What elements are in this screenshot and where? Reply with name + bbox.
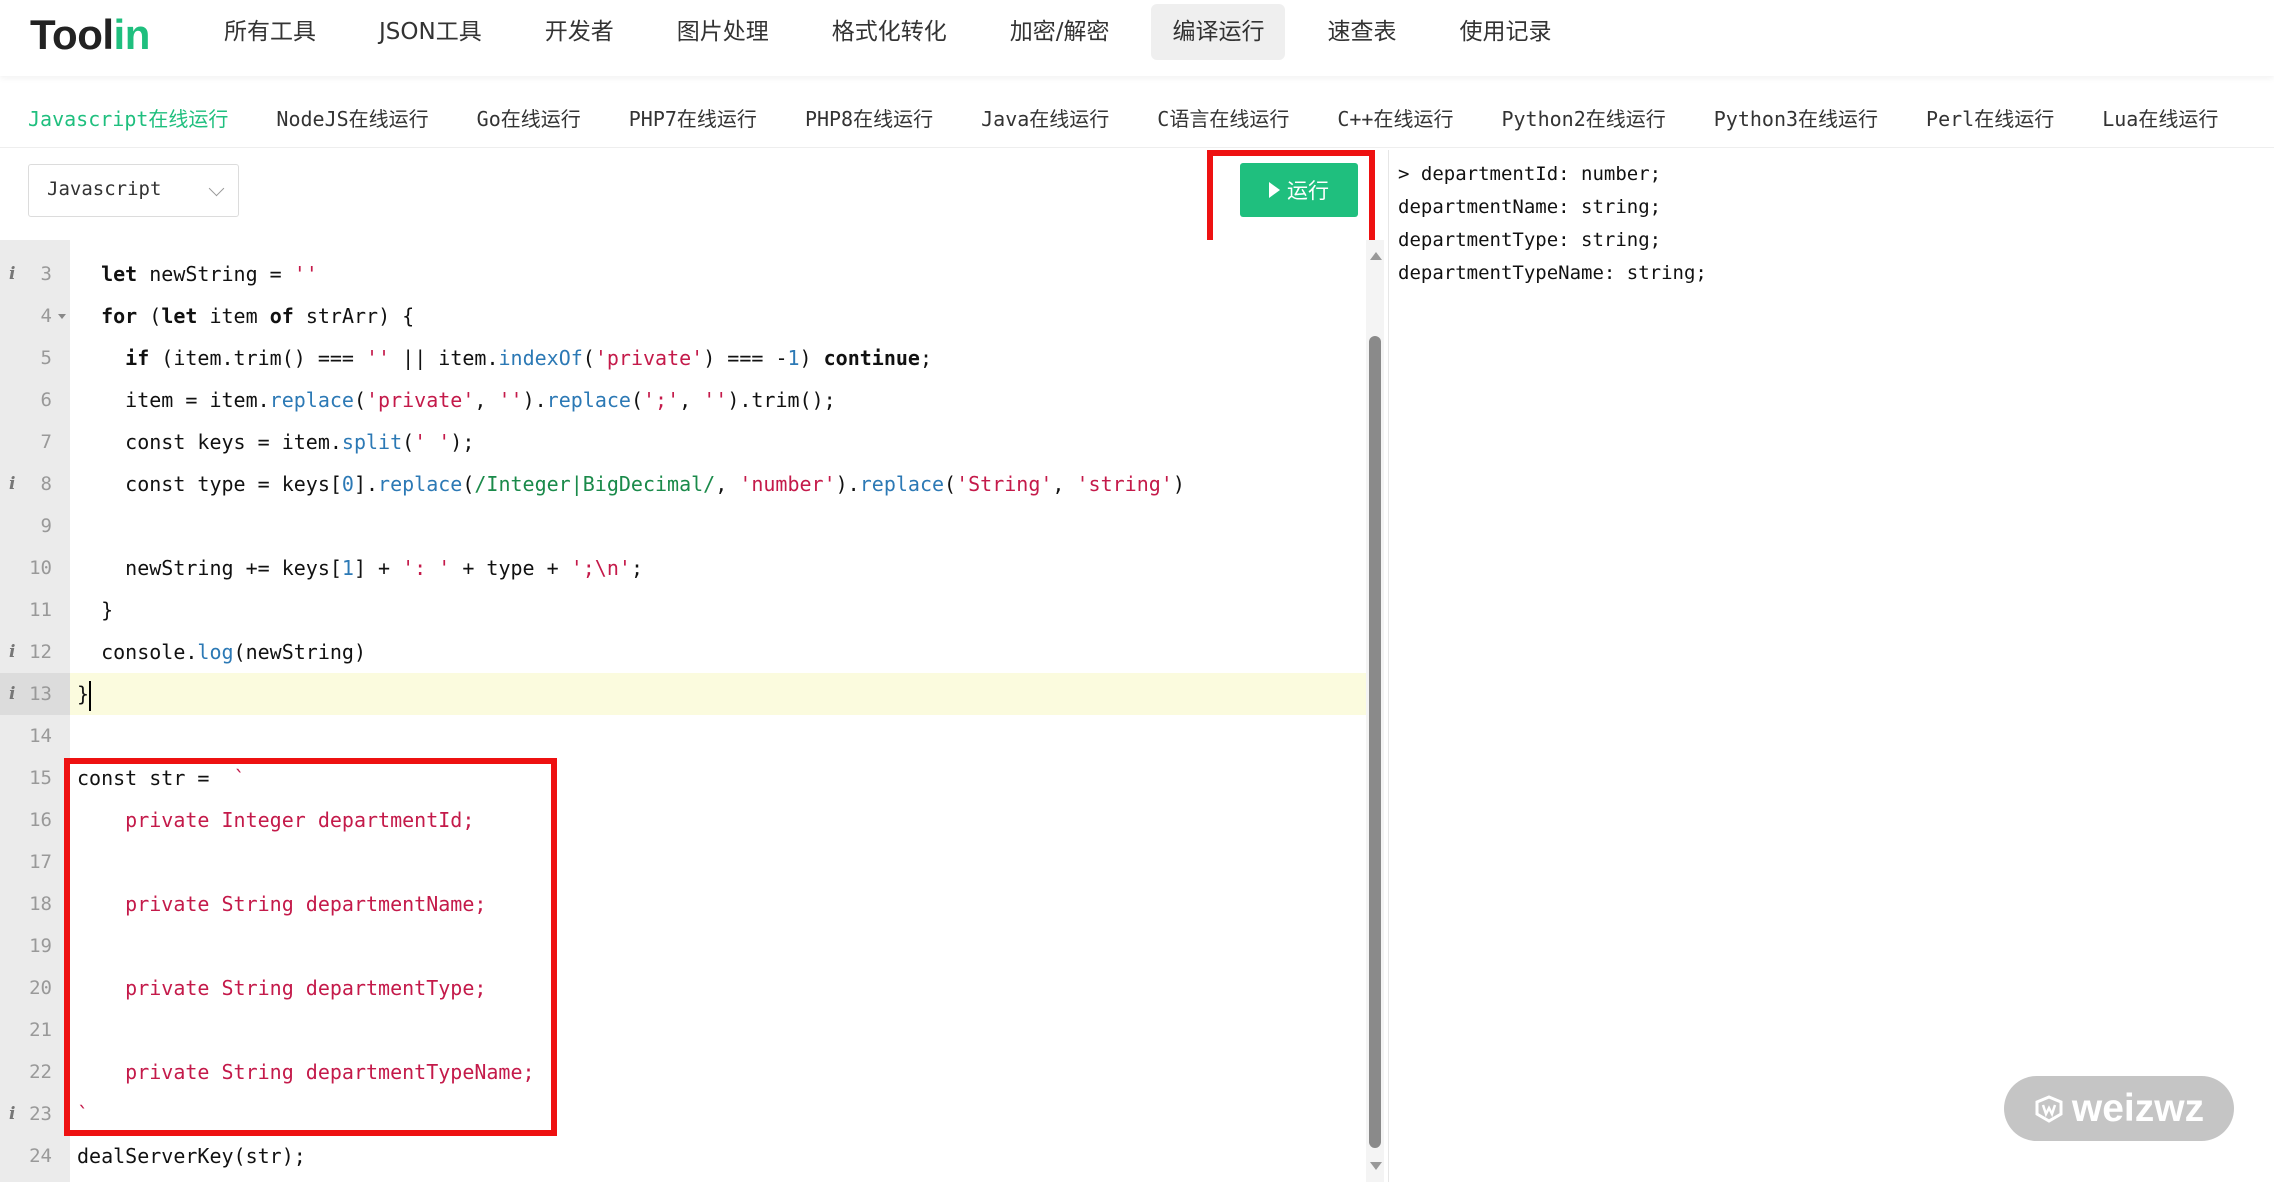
code-line[interactable]: 3 i let newString = '': [0, 253, 1366, 295]
info-annotation-icon[interactable]: i: [9, 463, 15, 505]
code-text: console.log(newString): [77, 640, 366, 664]
code-annotation-box: [64, 758, 557, 1136]
code-line[interactable]: 6 item = item.replace('private', '').rep…: [0, 379, 1366, 421]
language-tab-4[interactable]: PHP8在线运行: [805, 103, 933, 132]
line-number: 17: [29, 851, 52, 873]
line-number: 12: [29, 641, 52, 663]
code-text: newString += keys[1] + ': ' + type + ';\…: [77, 556, 643, 580]
language-tab-10[interactable]: Perl在线运行: [1926, 103, 2054, 132]
language-tab-2[interactable]: Go在线运行: [477, 103, 581, 132]
code-text: }: [77, 673, 92, 715]
code-line[interactable]: 12 i console.log(newString): [0, 631, 1366, 673]
line-number: 9: [40, 515, 52, 537]
line-number: 4: [40, 305, 52, 327]
line-number: 10: [29, 557, 52, 579]
line-number: 21: [29, 1019, 52, 1041]
code-line[interactable]: 8 i const type = keys[0].replace(/Integer…: [0, 463, 1366, 505]
line-number: 14: [29, 725, 52, 747]
code-line[interactable]: 5 if (item.trim() === '' || item.indexOf…: [0, 337, 1366, 379]
scroll-down-arrow-icon[interactable]: [1370, 1162, 1382, 1170]
language-tab-5[interactable]: Java在线运行: [981, 103, 1109, 132]
chevron-down-icon: [208, 180, 225, 197]
line-number: 6: [40, 389, 52, 411]
line-number: 13: [29, 683, 52, 705]
language-tabs: Javascript在线运行 NodeJS在线运行 Go在线运行 PHP7在线运行 PH…: [0, 88, 2274, 148]
line-number: 18: [29, 893, 52, 915]
language-tab-8[interactable]: Python2在线运行: [1501, 103, 1665, 132]
code-text: const keys = item.split(' ');: [77, 430, 475, 454]
top-nav-item-6[interactable]: 编译运行: [1151, 4, 1286, 60]
output-line: departmentType: string;: [1398, 229, 1662, 251]
watermark-logo-icon: [2035, 1094, 2063, 1123]
output-line: departmentName: string;: [1398, 196, 1662, 218]
code-line[interactable]: 7 const keys = item.split(' ');: [0, 421, 1366, 463]
code-text: }: [77, 598, 114, 622]
code-line[interactable]: 11 }: [0, 589, 1366, 631]
code-line[interactable]: 10 newString += keys[1] + ': ' + type + …: [0, 547, 1366, 589]
code-text: if (item.trim() === '' || item.indexOf('…: [125, 346, 933, 370]
output-line: > departmentId: number;: [1398, 163, 1662, 185]
language-tab-0[interactable]: Javascript在线运行: [28, 103, 228, 132]
code-text: dealServerKey(str);: [77, 1144, 306, 1168]
info-annotation-icon[interactable]: i: [9, 253, 15, 295]
line-number: 22: [29, 1061, 52, 1083]
code-line[interactable]: 13 i}: [0, 673, 1366, 715]
output-panel: > departmentId: number; departmentName: s…: [1388, 150, 2274, 1182]
top-nav-item-7[interactable]: 速查表: [1306, 4, 1417, 60]
language-tab-6[interactable]: C语言在线运行: [1157, 103, 1289, 132]
language-tab-7[interactable]: C++在线运行: [1337, 103, 1453, 132]
language-tab-9[interactable]: Python3在线运行: [1714, 103, 1878, 132]
watermark: weizwz: [2004, 1076, 2234, 1141]
watermark-text: weizwz: [2071, 1086, 2205, 1130]
code-text: item = item.replace('private', '').repla…: [77, 388, 836, 412]
code-line[interactable]: 4 for (let item of strArr) {: [0, 295, 1366, 337]
active-line-highlight: [70, 673, 1366, 715]
info-annotation-icon[interactable]: i: [9, 1093, 15, 1135]
scroll-up-arrow-icon[interactable]: [1370, 252, 1382, 260]
top-navbar: Toolin 所有工具 JSON工具 开发者 图片处理 格式化转化 加密/解密 编译运行 速查…: [0, 0, 2274, 76]
top-menu: 所有工具 JSON工具 开发者 图片处理 格式化转化 加密/解密 编译运行 速查表 使用记录: [203, 4, 1593, 60]
top-nav-item-2[interactable]: 开发者: [524, 4, 635, 60]
language-tab-11[interactable]: Lua在线运行: [2102, 103, 2218, 132]
editor-scrollbar-thumb[interactable]: [1369, 336, 1381, 1148]
top-nav-item-3[interactable]: 图片处理: [656, 4, 790, 60]
line-number: 24: [29, 1145, 52, 1167]
output-line: departmentTypeName: string;: [1398, 262, 1707, 284]
language-tab-3[interactable]: PHP7在线运行: [629, 103, 757, 132]
code-text: for (let item of strArr) {: [101, 304, 415, 328]
line-number: 16: [29, 809, 52, 831]
top-nav-item-4[interactable]: 格式化转化: [811, 4, 968, 60]
language-select[interactable]: Javascript: [28, 164, 239, 217]
line-number: 7: [40, 431, 52, 453]
line-number: 20: [29, 977, 52, 999]
language-tab-1[interactable]: NodeJS在线运行: [276, 103, 428, 132]
top-nav-item-5[interactable]: 加密/解密: [989, 4, 1131, 60]
site-logo[interactable]: Toolin: [30, 10, 150, 60]
line-number: 11: [29, 599, 52, 621]
language-select-value: Javascript: [47, 178, 162, 200]
info-annotation-icon[interactable]: i: [9, 631, 15, 673]
line-number: 19: [29, 935, 52, 957]
line-number: 5: [40, 347, 52, 369]
line-number: 23: [29, 1103, 52, 1125]
logo-text-in: in: [113, 11, 151, 58]
code-text: let newString = '': [101, 262, 318, 286]
code-text: const type = keys[0].replace(/Integer|Bi…: [77, 472, 1185, 496]
logo-text-tool: Tool: [30, 11, 114, 58]
top-nav-item-1[interactable]: JSON工具: [358, 4, 503, 60]
top-nav-item-8[interactable]: 使用记录: [1438, 4, 1572, 60]
info-annotation-icon[interactable]: i: [9, 673, 15, 715]
fold-arrow-icon[interactable]: [58, 314, 66, 319]
code-line[interactable]: 14: [0, 715, 1366, 757]
line-number: 8: [40, 473, 52, 495]
line-number: 15: [29, 767, 52, 789]
top-nav-item-0[interactable]: 所有工具: [203, 4, 337, 60]
code-line[interactable]: 9: [0, 505, 1366, 547]
line-number: 3: [40, 263, 52, 285]
code-line[interactable]: 24 dealServerKey(str);: [0, 1135, 1366, 1177]
